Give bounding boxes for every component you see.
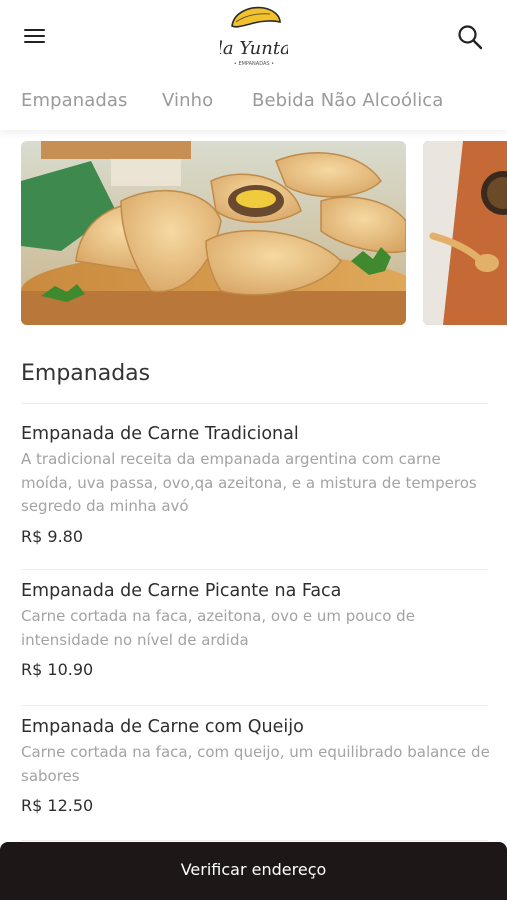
item-description: Carne cortada na faca, com queijo, um eq… (21, 743, 490, 785)
tab-vinho[interactable]: Vinho (162, 90, 213, 111)
item-price: R$ 10.90 (21, 660, 94, 679)
menu-line (24, 35, 45, 37)
item-price: R$ 12.50 (21, 796, 94, 815)
item-name: Empanada de Carne Picante na Faca (21, 581, 342, 601)
menu-line (24, 29, 45, 31)
menu-line (24, 41, 45, 43)
svg-text:la Yunta: la Yunta (220, 38, 288, 59)
item-description: A tradicional receita da empanada argent… (21, 450, 477, 515)
section-title: Empanadas (21, 361, 151, 386)
item-price: R$ 9.80 (21, 526, 84, 546)
menu-item[interactable]: Empanada de Carne com Queijo Carne corta… (21, 716, 491, 816)
menu-item[interactable]: Empanada de Carne Tradicional A tradicio… (21, 423, 491, 547)
svg-text:• EMPANADAS •: • EMPANADAS • (234, 61, 274, 67)
section-divider (21, 403, 488, 404)
item-divider (21, 705, 488, 706)
banner-carousel[interactable] (0, 140, 507, 326)
item-name: Empanada de Carne Tradicional (21, 424, 299, 444)
hamburger-menu-icon[interactable] (22, 25, 48, 47)
tab-bebida-nao-alcoolica[interactable]: Bebida Não Alcoólica (252, 90, 443, 111)
banner-secondary-image[interactable] (423, 141, 507, 325)
brand-logo[interactable]: la Yunta • EMPANADAS • (217, 4, 291, 70)
verify-address-button[interactable]: Verificar endereço (0, 842, 507, 900)
app-header: la Yunta • EMPANADAS • (0, 0, 507, 76)
item-divider (21, 840, 488, 841)
tab-empanadas[interactable]: Empanadas (21, 90, 128, 111)
item-name: Empanada de Carne com Queijo (21, 717, 304, 737)
verify-address-label: Verificar endereço (180, 860, 327, 879)
item-description: Carne cortada na faca, azeitona, ovo e u… (21, 607, 415, 649)
banner-empanadas-image[interactable] (21, 141, 406, 325)
menu-item[interactable]: Empanada de Carne Picante na Faca Carne … (21, 580, 491, 680)
category-tabs: Empanadas Vinho Bebida Não Alcoólica (0, 76, 507, 130)
search-icon[interactable] (456, 23, 484, 51)
item-divider (21, 569, 488, 570)
